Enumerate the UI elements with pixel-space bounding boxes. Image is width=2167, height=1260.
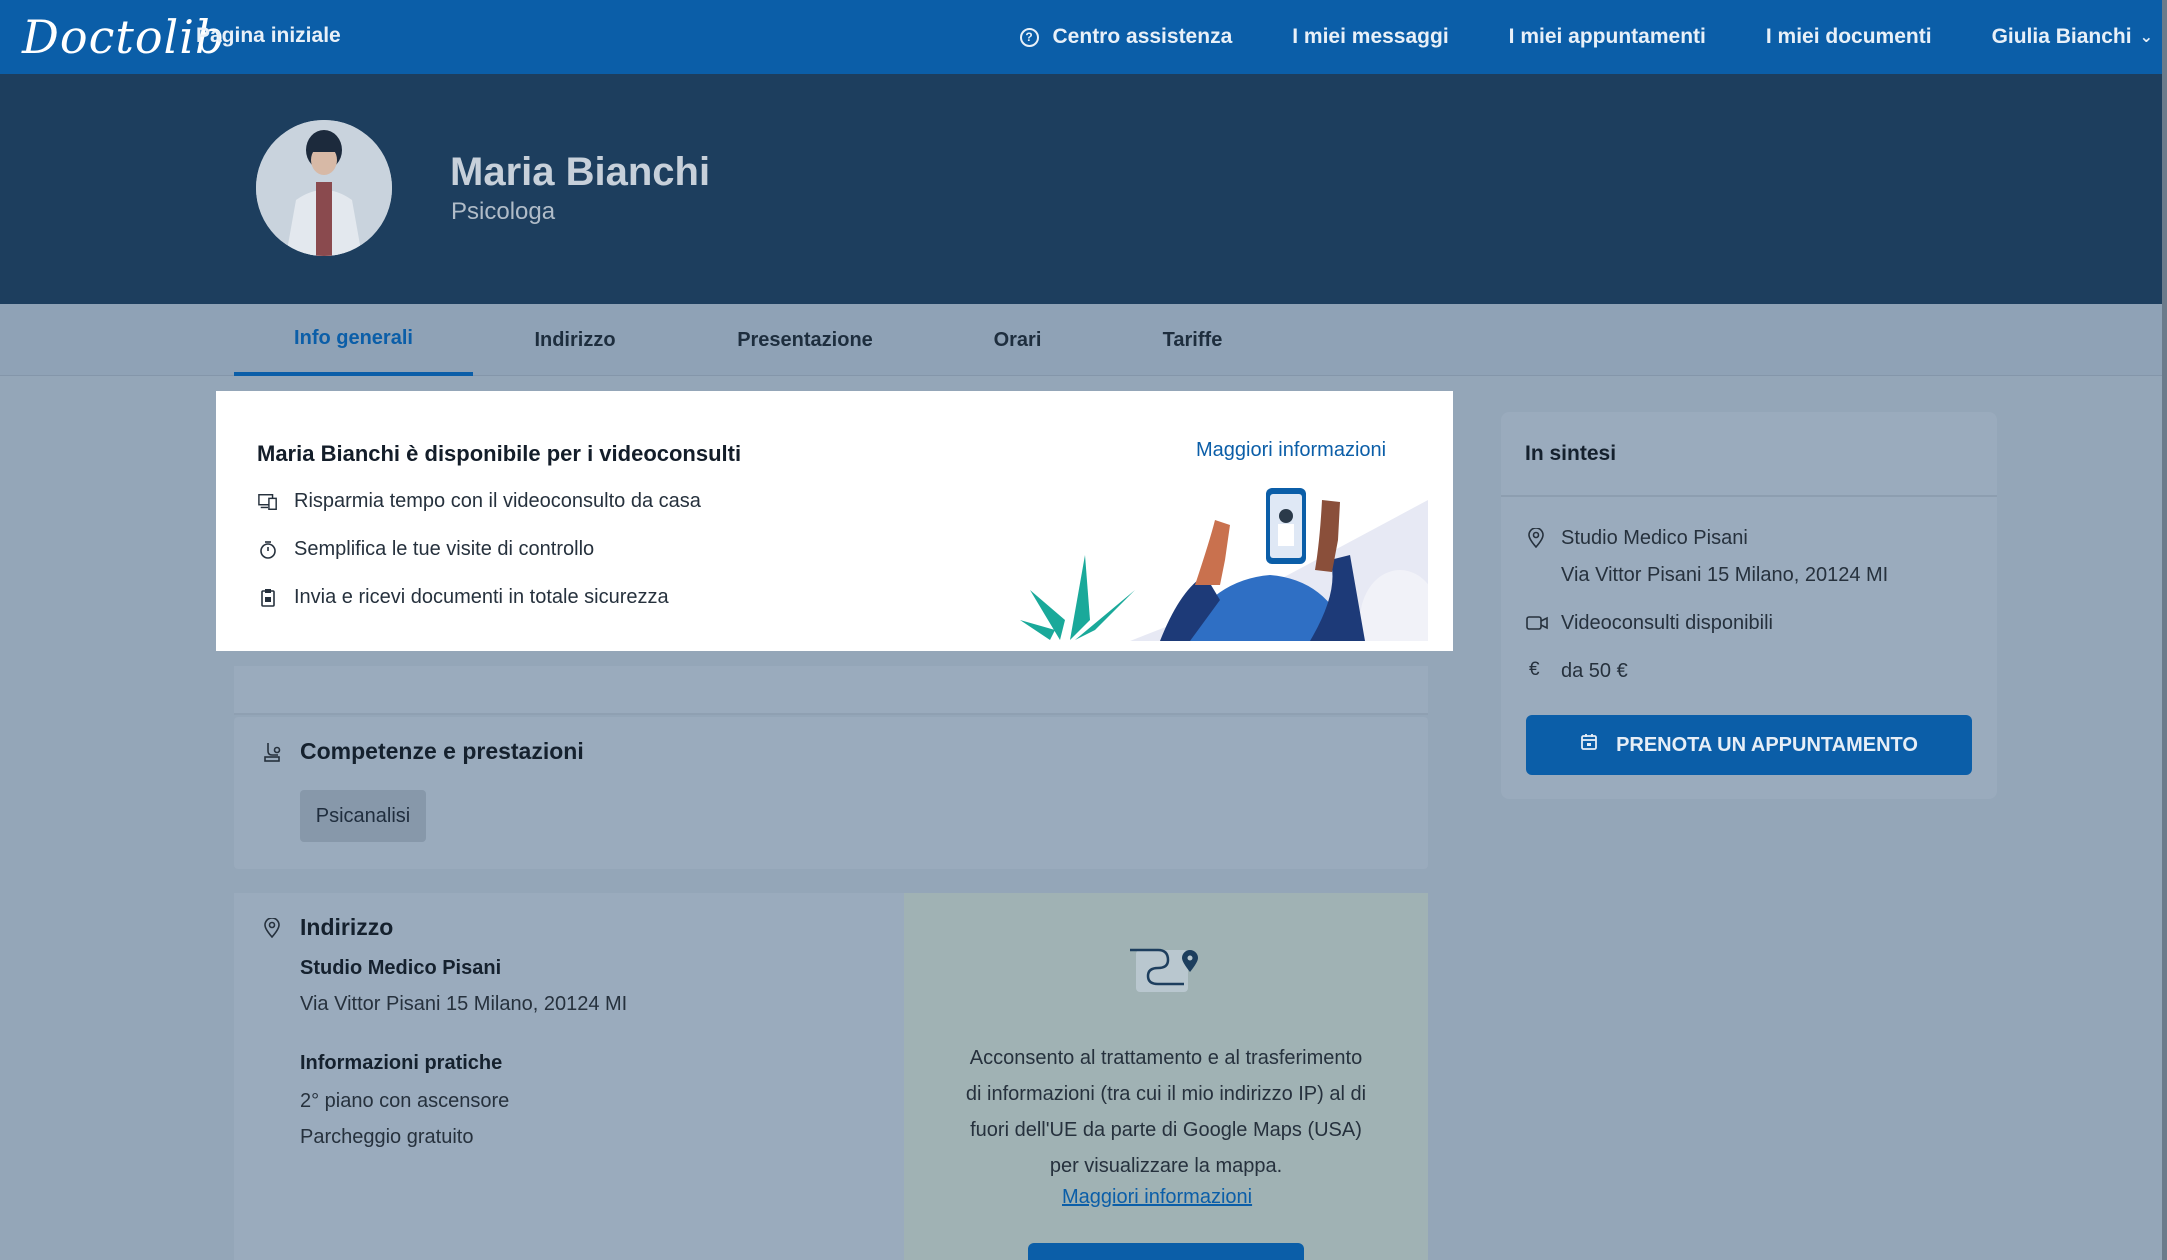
map-consent-text: Acconsento al trattamento e al trasferim…: [934, 1040, 1398, 1184]
help-icon: ?: [1019, 27, 1039, 47]
video-consult-illustration: [1010, 480, 1440, 670]
summary-video: Videoconsulti disponibili: [1561, 612, 1773, 634]
summary-divider: [1501, 495, 1997, 497]
map-consent-line: di informazioni (tra cui il mio indirizz…: [965, 1083, 1367, 1105]
skills-title: Competenze e prestazioni: [300, 738, 584, 764]
summary-street: Via Vittor Pisani 15 Milano, 20124 MI: [1561, 564, 1889, 586]
map-consent-line: per visualizzare la mappa.: [1049, 1155, 1283, 1177]
doctolib-logo[interactable]: Doctolib: [22, 10, 225, 64]
address-place: Studio Medico Pisani: [300, 957, 502, 979]
skill-chip: Psicanalisi: [300, 790, 426, 842]
benefit-label: Semplifica le tue visite di controllo: [294, 538, 595, 560]
address-street: Via Vittor Pisani 15 Milano, 20124 MI: [300, 993, 628, 1015]
doctor-avatar: [256, 120, 392, 256]
practical-info-item: Parcheggio gratuito: [300, 1126, 474, 1148]
doctor-name: Maria Bianchi: [450, 150, 711, 194]
book-appointment-button[interactable]: PRENOTA UN APPUNTAMENTO: [1526, 715, 1972, 775]
tab-tariffe[interactable]: Tariffe: [1140, 304, 1245, 376]
summary-place: Studio Medico Pisani: [1561, 527, 1748, 549]
nav-links: ? Centro assistenza I miei messaggi I mi…: [1019, 0, 2167, 74]
help-center-label: Centro assistenza: [1052, 25, 1233, 48]
map-route-icon: [1128, 946, 1200, 1001]
secure-document-icon: [258, 588, 278, 608]
tab-presentazione[interactable]: Presentazione: [715, 304, 895, 376]
book-appointment-label: PRENOTA UN APPUNTAMENTO: [1616, 733, 1918, 756]
devices-icon: [258, 492, 278, 512]
tab-orari[interactable]: Orari: [970, 304, 1065, 376]
map-consent-line: Acconsento al trattamento e al trasferim…: [969, 1047, 1363, 1069]
practical-info-item: 2° piano con ascensore: [300, 1090, 510, 1112]
video-more-info-link[interactable]: Maggiori informazioni: [1196, 439, 1386, 462]
map-consent-line: fuori dell'UE da parte di Google Maps (U…: [970, 1119, 1362, 1141]
documents-link[interactable]: I miei documenti: [1766, 25, 1932, 49]
user-name: Giulia Bianchi: [1991, 25, 2132, 48]
benefit-save-time: Risparmia tempo con il videoconsulto da …: [258, 490, 701, 513]
top-nav: Doctolib Pagina iniziale ? Centro assist…: [0, 0, 2167, 74]
tab-indirizzo[interactable]: Indirizzo: [505, 304, 645, 376]
user-menu[interactable]: Giulia Bianchi ⌄: [1992, 25, 2153, 49]
location-pin-icon: [1528, 527, 1544, 553]
video-banner-title: Maria Bianchi è disponibile per i videoc…: [257, 441, 742, 466]
profile-tabs: Info generali Indirizzo Presentazione Or…: [0, 304, 2162, 376]
skills-icon: [262, 741, 282, 768]
benefit-follow-up: Semplifica le tue visite di controllo: [258, 538, 594, 561]
location-pin-icon: [264, 917, 280, 943]
address-card: [234, 893, 904, 1260]
help-center-link[interactable]: ? Centro assistenza: [1019, 25, 1233, 49]
video-camera-icon: [1526, 615, 1548, 636]
doctor-specialty: Psicologa: [451, 198, 556, 225]
skills-card-header: [234, 666, 1428, 715]
map-more-info-link[interactable]: Maggiori informazioni: [1062, 1186, 1252, 1209]
benefit-documents: Invia e ricevi documenti in totale sicur…: [258, 586, 669, 609]
page-scrollbar[interactable]: [2162, 0, 2167, 1260]
appointments-link[interactable]: I miei appuntamenti: [1509, 25, 1706, 49]
map-consent-button[interactable]: [1028, 1243, 1304, 1260]
summary-price: da 50 €: [1561, 660, 1628, 682]
address-title: Indirizzo: [300, 914, 394, 940]
calendar-icon: [1580, 733, 1598, 757]
chevron-down-icon: ⌄: [2139, 29, 2153, 46]
benefit-label: Risparmia tempo con il videoconsulto da …: [294, 490, 701, 512]
euro-icon: €: [1529, 659, 1540, 680]
summary-title: In sintesi: [1525, 442, 1617, 465]
practical-info-title: Informazioni pratiche: [300, 1052, 503, 1074]
tab-info-generali[interactable]: Info generali: [234, 304, 473, 376]
stopwatch-icon: [258, 540, 278, 560]
home-link[interactable]: Pagina iniziale: [196, 24, 341, 48]
messages-link[interactable]: I miei messaggi: [1292, 25, 1448, 49]
benefit-label: Invia e ricevi documenti in totale sicur…: [294, 586, 669, 608]
